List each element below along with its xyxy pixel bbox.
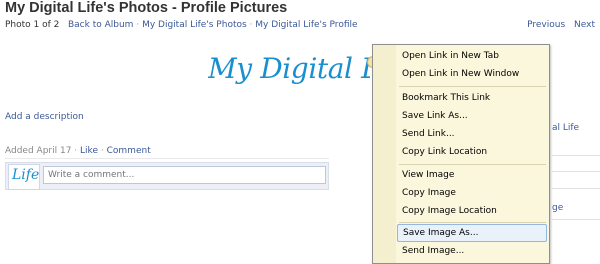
menu-item-open-link-new-tab[interactable]: Open Link in New Tab <box>397 47 547 65</box>
breadcrumb-separator: · <box>136 20 140 30</box>
photo-navigation: Photo 1 of 2 Back to Album · My Digital … <box>5 20 358 30</box>
avatar-logo-text: Life <box>12 167 40 183</box>
added-date: Added April 17 <box>5 146 72 156</box>
menu-gutter <box>373 45 396 263</box>
divider <box>552 219 600 220</box>
profile-fragment[interactable]: al Life <box>552 123 579 133</box>
avatar: Life <box>8 164 40 190</box>
menu-item-copy-link-location[interactable]: Copy Link Location <box>397 143 547 161</box>
photo-count: Photo 1 of 2 <box>5 20 60 30</box>
page-title: My Digital Life's Photos - Profile Pictu… <box>5 0 288 16</box>
meta-separator: · <box>74 146 78 156</box>
photo-meta: Added April 17 · Like · Comment <box>5 146 151 156</box>
profile-link[interactable]: My Digital Life's Profile <box>255 20 357 30</box>
menu-item-open-link-new-window[interactable]: Open Link in New Window <box>397 65 547 83</box>
context-menu: Open Link in New Tab Open Link in New Wi… <box>372 44 550 264</box>
add-description-link[interactable]: Add a description <box>5 112 84 122</box>
menu-item-bookmark-link[interactable]: Bookmark This Link <box>397 89 547 107</box>
menu-item-save-image-as[interactable]: Save Image As... <box>397 224 547 242</box>
menu-item-copy-image-location[interactable]: Copy Image Location <box>397 202 547 220</box>
menu-item-copy-image[interactable]: Copy Image <box>397 184 547 202</box>
comment-box: Life <box>5 162 329 190</box>
link-fragment[interactable]: ge <box>552 203 563 213</box>
breadcrumb-separator: · <box>249 20 253 30</box>
like-link[interactable]: Like <box>80 146 98 156</box>
menu-item-save-link-as[interactable]: Save Link As... <box>397 107 547 125</box>
divider <box>552 188 600 189</box>
photos-link[interactable]: My Digital Life's Photos <box>142 20 247 30</box>
menu-separator <box>399 222 546 223</box>
back-to-album-link[interactable]: Back to Album <box>68 20 133 30</box>
next-link[interactable]: Next <box>574 20 595 30</box>
divider <box>552 171 600 172</box>
pager: Previous Next <box>521 20 595 30</box>
menu-separator <box>399 164 546 165</box>
menu-item-view-image[interactable]: View Image <box>397 166 547 184</box>
divider <box>552 155 600 156</box>
comment-input[interactable] <box>43 166 326 184</box>
comment-link[interactable]: Comment <box>107 146 151 156</box>
previous-link[interactable]: Previous <box>527 20 565 30</box>
meta-separator: · <box>100 146 104 156</box>
menu-item-send-image[interactable]: Send Image... <box>397 242 547 260</box>
profile-photo-brand[interactable]: My Digital Life <box>208 52 370 85</box>
divider <box>5 158 329 159</box>
menu-item-send-link[interactable]: Send Link... <box>397 125 547 143</box>
menu-separator <box>399 86 546 87</box>
